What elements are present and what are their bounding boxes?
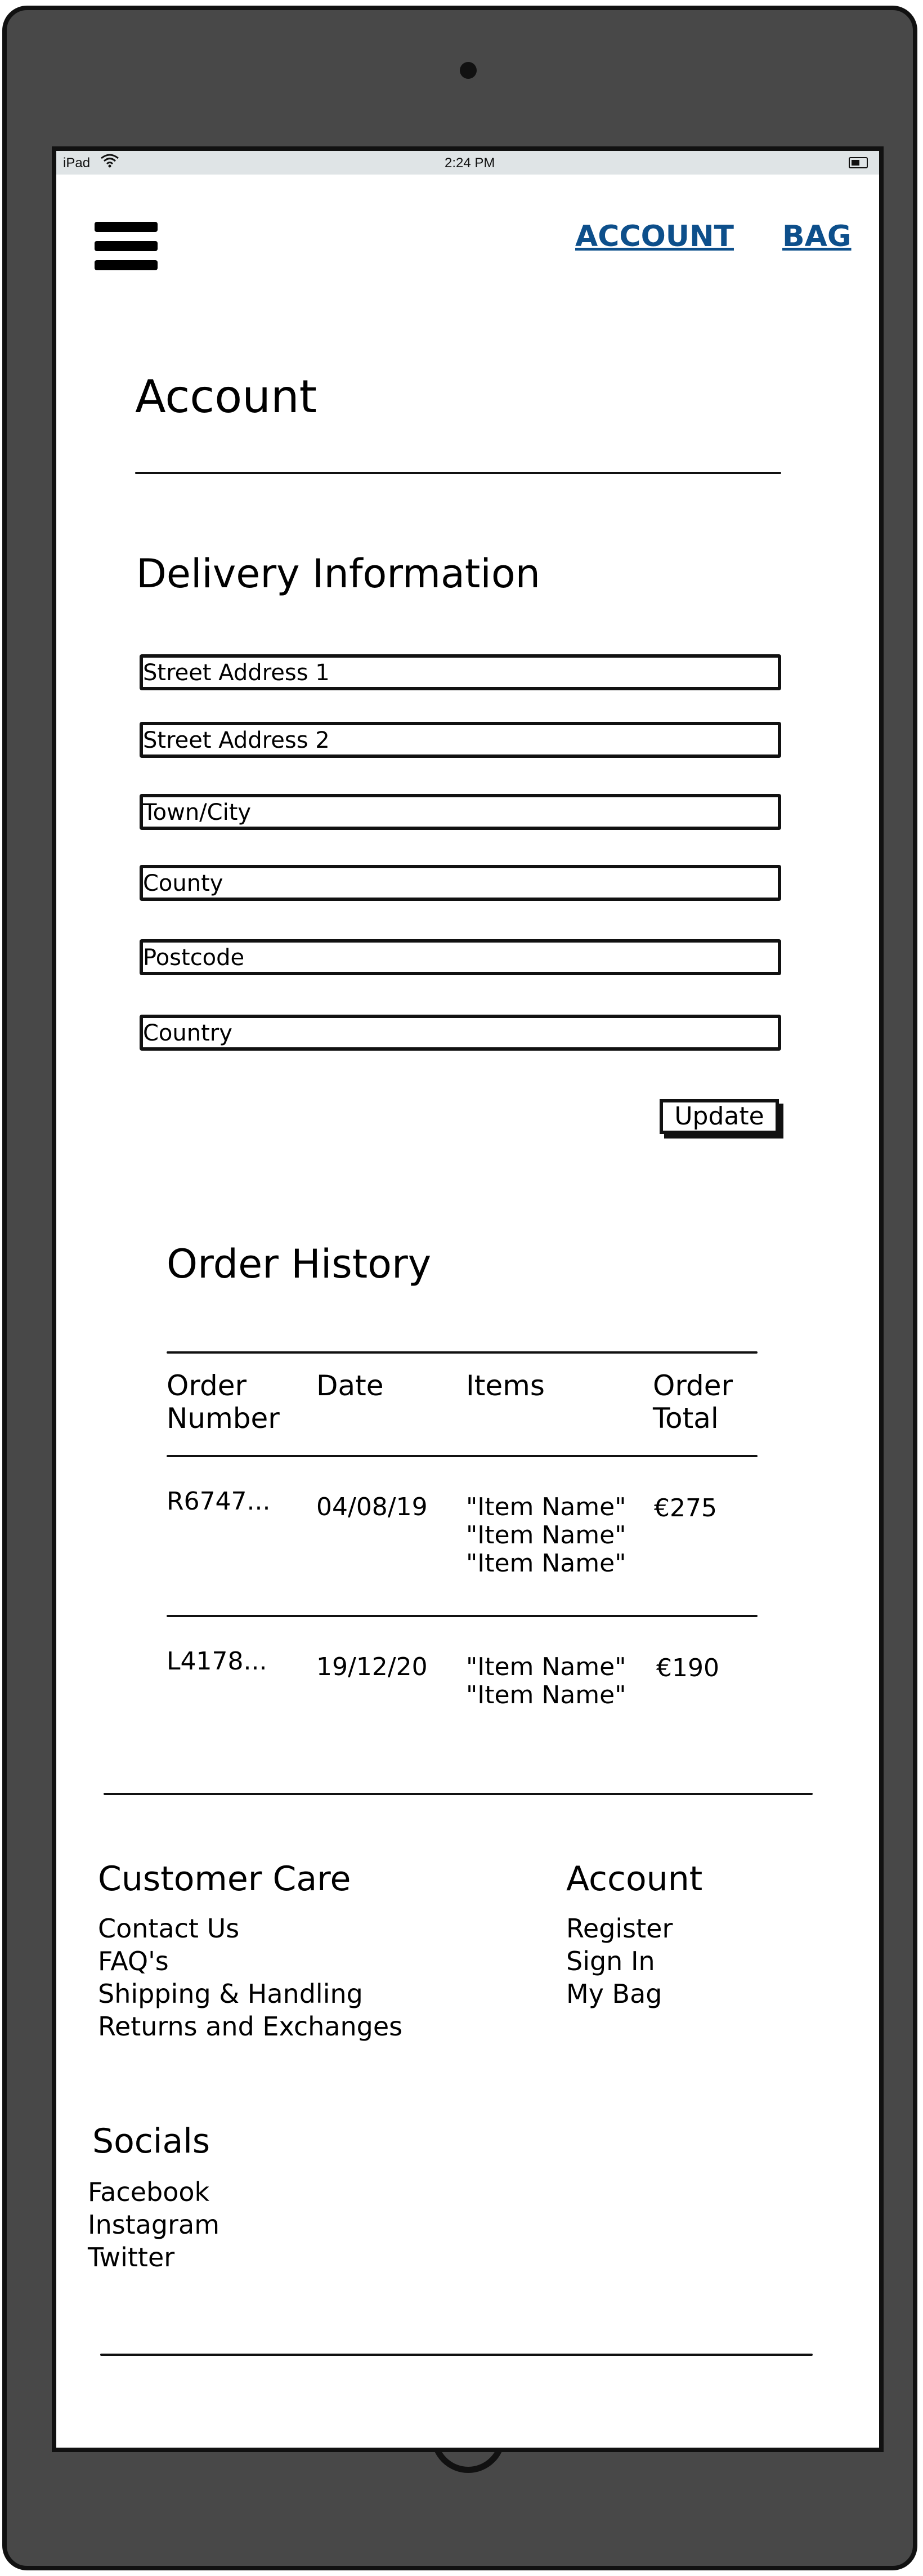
device-name: iPad bbox=[63, 155, 91, 171]
page-title: Account bbox=[135, 370, 317, 423]
column-header-line: Order bbox=[653, 1369, 733, 1402]
footer-link-twitter[interactable]: Twitter bbox=[88, 2241, 174, 2274]
order-items-cell: "Item Name" "Item Name" bbox=[466, 1653, 626, 1709]
hamburger-menu-icon[interactable] bbox=[95, 217, 158, 274]
column-header-items: Items bbox=[466, 1369, 545, 1402]
column-header-line: Order bbox=[167, 1369, 247, 1402]
ipad-device-frame: iPad 2:24 PM ACCOUNT BAG Account Deliver… bbox=[2, 6, 917, 2570]
footer-link-register[interactable]: Register bbox=[566, 1912, 673, 1945]
update-button[interactable]: Update bbox=[660, 1099, 779, 1134]
footer-customer-care-heading: Customer Care bbox=[98, 1859, 351, 1899]
order-number-cell[interactable]: L4178... bbox=[167, 1648, 267, 1676]
order-item: "Item Name" bbox=[466, 1549, 626, 1578]
divider bbox=[135, 472, 781, 474]
column-header-total: Order Total bbox=[653, 1369, 733, 1435]
nav-bag-link[interactable]: BAG bbox=[782, 220, 852, 253]
footer-divider bbox=[104, 1793, 813, 1795]
battery-icon bbox=[849, 157, 868, 168]
column-header-date: Date bbox=[316, 1369, 384, 1402]
status-time: 2:24 PM bbox=[445, 155, 495, 171]
order-total-cell: €275 bbox=[654, 1494, 717, 1523]
footer-link-contact-us[interactable]: Contact Us bbox=[98, 1912, 239, 1945]
status-bar: iPad 2:24 PM bbox=[56, 151, 879, 175]
order-items-cell: "Item Name" "Item Name" "Item Name" bbox=[466, 1493, 626, 1578]
footer-link-shipping[interactable]: Shipping & Handling bbox=[98, 1977, 363, 2010]
delivery-heading: Delivery Information bbox=[136, 551, 541, 597]
order-date-cell: 04/08/19 bbox=[316, 1493, 428, 1521]
screen: iPad 2:24 PM ACCOUNT BAG Account Deliver… bbox=[52, 146, 884, 2452]
divider bbox=[167, 1351, 758, 1354]
footer-account-heading: Account bbox=[566, 1859, 703, 1899]
footer-link-instagram[interactable]: Instagram bbox=[88, 2208, 219, 2241]
town-city-input[interactable] bbox=[140, 794, 781, 830]
order-item: "Item Name" bbox=[466, 1653, 626, 1681]
column-header-order-number: Order Number bbox=[167, 1369, 280, 1435]
postcode-input[interactable] bbox=[140, 939, 781, 975]
footer-socials-heading: Socials bbox=[92, 2122, 210, 2161]
column-header-line: Number bbox=[167, 1402, 280, 1435]
county-input[interactable] bbox=[140, 865, 781, 901]
order-history-heading: Order History bbox=[167, 1241, 432, 1287]
order-total-cell: €190 bbox=[656, 1654, 719, 1682]
order-item: "Item Name" bbox=[466, 1681, 626, 1709]
order-date-cell: 19/12/20 bbox=[316, 1653, 428, 1681]
street-address-1-input[interactable] bbox=[140, 654, 781, 690]
column-header-line: Total bbox=[653, 1402, 719, 1435]
footer-link-my-bag[interactable]: My Bag bbox=[566, 1977, 662, 2010]
footer-link-sign-in[interactable]: Sign In bbox=[566, 1945, 655, 1977]
footer-link-facebook[interactable]: Facebook bbox=[88, 2176, 209, 2208]
order-item: "Item Name" bbox=[466, 1521, 626, 1550]
footer-link-faqs[interactable]: FAQ's bbox=[98, 1945, 169, 1977]
street-address-2-input[interactable] bbox=[140, 722, 781, 758]
divider bbox=[167, 1615, 758, 1617]
camera-icon bbox=[460, 62, 477, 79]
order-item: "Item Name" bbox=[466, 1493, 626, 1521]
footer-bottom-divider bbox=[100, 2354, 813, 2356]
divider bbox=[167, 1455, 758, 1457]
wifi-icon bbox=[100, 153, 119, 172]
order-number-cell[interactable]: R6747... bbox=[167, 1488, 271, 1516]
nav-account-link[interactable]: ACCOUNT bbox=[575, 220, 734, 253]
country-input[interactable] bbox=[140, 1015, 781, 1051]
footer-link-returns[interactable]: Returns and Exchanges bbox=[98, 2010, 402, 2043]
